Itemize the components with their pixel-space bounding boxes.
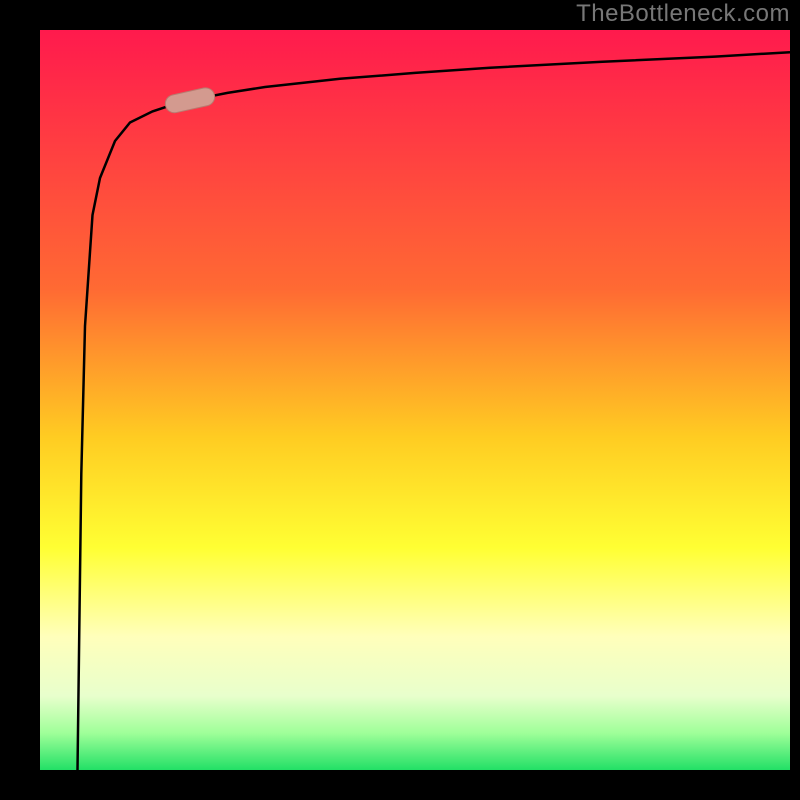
chart-container: TheBottleneck.com xyxy=(0,0,800,800)
plot-area xyxy=(40,30,790,770)
bottleneck-chart xyxy=(0,0,800,800)
